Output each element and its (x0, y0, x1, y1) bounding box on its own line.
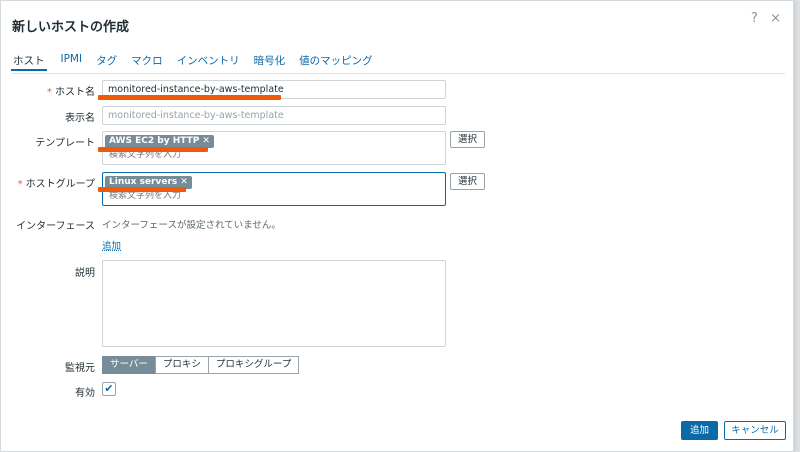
interfaces-label: インターフェース (16, 221, 95, 232)
dialog-header-icons: ? × (743, 11, 781, 26)
tab-macros[interactable]: マクロ (131, 51, 163, 71)
tab-divider (11, 73, 785, 74)
cancel-button[interactable]: キャンセル (724, 421, 786, 440)
annotation-underline (98, 95, 281, 100)
tab-value-mapping[interactable]: 値のマッピング (299, 51, 373, 71)
required-marker: * (17, 179, 23, 190)
enabled-label: 有効 (75, 388, 95, 399)
background-window-edge (794, 0, 800, 452)
visible-name-input[interactable] (102, 106, 446, 125)
create-host-dialog: 新しいホストの作成 ? × ホスト IPMI タグ マクロ インベントリ 暗号化… (0, 0, 794, 452)
tab-encryption[interactable]: 暗号化 (254, 51, 286, 71)
templates-select-button[interactable]: 選択 (450, 131, 485, 148)
add-interface-link[interactable]: 追加 (102, 238, 121, 252)
remove-chip-icon[interactable]: ✕ (202, 136, 210, 146)
description-textarea[interactable] (102, 260, 446, 347)
monitored-by-segmented-control: サーバー プロキシ プロキシグループ (102, 356, 300, 374)
tab-host[interactable]: ホスト (11, 51, 47, 71)
host-groups-select-button[interactable]: 選択 (450, 173, 485, 190)
host-name-label: * ホスト名 (47, 87, 95, 98)
monitored-by-label: 監視元 (65, 363, 95, 374)
tab-inventory[interactable]: インベントリ (177, 51, 240, 71)
interfaces-empty-text: インターフェースが設定されていません。 (102, 220, 281, 231)
tab-tags[interactable]: タグ (96, 51, 117, 71)
annotation-underline (98, 187, 186, 192)
dialog-title: 新しいホストの作成 (12, 20, 130, 35)
monitored-by-proxy-option[interactable]: プロキシ (154, 356, 209, 374)
templates-label: テンプレート (35, 138, 95, 149)
description-label: 説明 (75, 268, 95, 279)
visible-name-label: 表示名 (65, 113, 95, 124)
tab-bar: ホスト IPMI タグ マクロ インベントリ 暗号化 値のマッピング (11, 51, 387, 73)
host-groups-label: * ホストグループ (17, 179, 95, 190)
help-icon[interactable]: ? (751, 11, 758, 26)
add-button[interactable]: 追加 (681, 421, 718, 440)
monitored-by-proxy-group-option[interactable]: プロキシグループ (207, 356, 300, 374)
enabled-checkbox[interactable]: ✔ (102, 382, 116, 396)
required-marker: * (47, 87, 52, 98)
close-icon[interactable]: × (770, 11, 781, 26)
remove-chip-icon[interactable]: ✕ (180, 177, 188, 187)
annotation-underline (98, 147, 208, 152)
monitored-by-server-option[interactable]: サーバー (102, 356, 156, 374)
tab-ipmi[interactable]: IPMI (61, 51, 83, 71)
